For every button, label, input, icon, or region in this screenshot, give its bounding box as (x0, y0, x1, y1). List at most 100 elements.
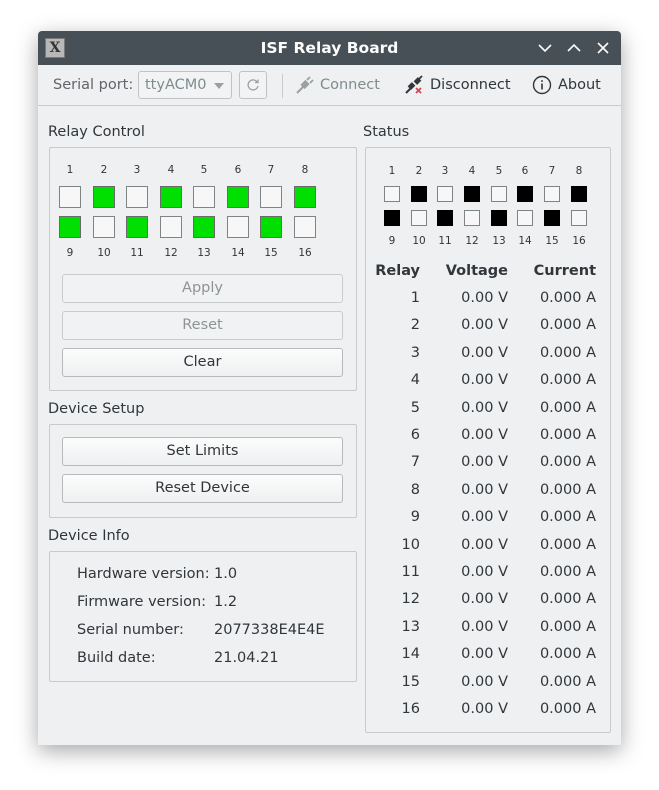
status-indicator (491, 186, 507, 202)
table-cell-current: 0.000 A (539, 454, 596, 471)
relay-number-label: 4 (167, 164, 175, 176)
table-cell-current: 0.000 A (539, 618, 596, 635)
table-cell-current: 0.000 A (539, 317, 596, 334)
relay-toggle[interactable] (294, 216, 316, 238)
disconnect-label: Disconnect (430, 77, 511, 93)
close-button[interactable] (595, 40, 611, 56)
apply-button[interactable]: Apply (62, 274, 343, 303)
info-icon (532, 75, 552, 95)
about-button[interactable]: About (532, 71, 607, 99)
status-number-label: 14 (518, 235, 532, 247)
maximize-button[interactable] (566, 40, 582, 56)
status-indicator (491, 210, 507, 226)
disconnect-button[interactable]: Disconnect (404, 71, 514, 99)
status-number-label: 15 (545, 235, 559, 247)
serial-port-select[interactable]: ttyACM0 (138, 71, 232, 99)
status-group: 1 9 2 10 3 11 4 12 5 13 6 14 7 15 8 16 Relay Voltage Curre… (365, 147, 611, 733)
relay-toggle[interactable] (93, 186, 115, 208)
status-indicator (411, 210, 427, 226)
relay-number-label: 13 (197, 247, 211, 259)
title-bar[interactable]: X ISF Relay Board (38, 31, 621, 65)
relay-control-group: Apply Reset Clear 1 9 2 10 3 11 4 12 5 13 6 14 7 15 8 1… (49, 147, 357, 391)
toolbar: Serial port: ttyACM0 Connect Disconnect … (38, 65, 621, 106)
relay-number-label: 9 (66, 247, 74, 259)
reset-device-button[interactable]: Reset Device (62, 474, 343, 503)
build-date-label: Build date: (77, 650, 156, 666)
relay-toggle[interactable] (160, 216, 182, 238)
status-indicator (411, 186, 427, 202)
app-window: X ISF Relay Board Serial port: ttyACM0 C… (38, 31, 621, 745)
relay-toggle[interactable] (59, 216, 81, 238)
relay-number-label: 10 (97, 247, 111, 259)
status-number-label: 5 (495, 165, 503, 177)
table-cell-current: 0.000 A (539, 564, 596, 580)
table-cell-current: 0.000 A (539, 591, 596, 608)
status-indicator (464, 186, 480, 202)
table-cell-current: 0.000 A (539, 344, 596, 361)
status-number-label: 2 (415, 165, 423, 177)
status-number-label: 8 (575, 165, 583, 177)
relay-toggle[interactable] (193, 186, 215, 208)
relay-toggle[interactable] (93, 216, 115, 238)
relay-control-title: Relay Control (48, 124, 145, 140)
connect-button[interactable]: Connect (294, 71, 384, 99)
status-indicator (384, 210, 400, 226)
status-indicator (464, 210, 480, 226)
status-indicator (571, 210, 587, 226)
relay-toggle[interactable] (126, 216, 148, 238)
device-info-title: Device Info (48, 528, 130, 544)
relay-number-label: 8 (301, 164, 309, 176)
chevron-up-icon (567, 43, 581, 52)
relay-toggle[interactable] (126, 186, 148, 208)
status-indicator (517, 186, 533, 202)
status-indicator (384, 186, 400, 202)
serial-number-label: Serial number: (77, 622, 184, 638)
hardware-version-value: 1.0 (214, 566, 238, 582)
set-limits-button[interactable]: Set Limits (62, 437, 343, 466)
device-setup-group: Set Limits Reset Device (49, 424, 357, 518)
relay-toggle[interactable] (260, 216, 282, 238)
clear-button[interactable]: Clear (62, 348, 343, 377)
status-number-label: 1 (388, 165, 396, 177)
status-indicator (437, 210, 453, 226)
relay-toggle[interactable] (294, 186, 316, 208)
relay-toggle[interactable] (59, 186, 81, 208)
relay-number-label: 2 (100, 164, 108, 176)
relay-toggle[interactable] (193, 216, 215, 238)
relay-number-label: 6 (234, 164, 242, 176)
firmware-version-label: Firmware version: (77, 594, 207, 610)
table-cell-current: 0.000 A (539, 427, 596, 443)
current-column-header: Current (533, 263, 596, 279)
device-setup-title: Device Setup (48, 401, 145, 417)
minimize-button[interactable] (537, 40, 553, 56)
relay-number-label: 11 (130, 247, 144, 259)
build-date-value: 21.04.21 (214, 650, 279, 666)
table-cell-current: 0.000 A (539, 701, 596, 717)
table-cell-current: 0.000 A (539, 646, 596, 663)
relay-toggle[interactable] (227, 216, 249, 238)
plug-connect-icon (296, 76, 314, 94)
toolbar-separator (282, 74, 283, 98)
relay-number-label: 16 (298, 247, 312, 259)
relay-number-label: 1 (66, 164, 74, 176)
status-indicator (571, 186, 587, 202)
refresh-ports-button[interactable] (239, 71, 267, 99)
relay-toggle[interactable] (227, 186, 249, 208)
relay-toggle[interactable] (260, 186, 282, 208)
relay-toggle[interactable] (160, 186, 182, 208)
relay-number-label: 5 (200, 164, 208, 176)
status-indicator (517, 210, 533, 226)
connect-label: Connect (320, 77, 380, 93)
reset-button[interactable]: Reset (62, 311, 343, 340)
table-cell-current: 0.000 A (539, 536, 596, 553)
relay-number-label: 12 (164, 247, 178, 259)
status-indicator (437, 186, 453, 202)
close-icon (597, 42, 609, 54)
status-number-label: 7 (548, 165, 556, 177)
status-number-label: 10 (412, 235, 426, 247)
refresh-icon (247, 79, 259, 91)
device-info-group: Hardware version: 1.0 Firmware version: … (49, 551, 357, 682)
status-number-label: 9 (388, 235, 396, 247)
status-indicator (544, 186, 560, 202)
status-number-label: 16 (572, 235, 586, 247)
